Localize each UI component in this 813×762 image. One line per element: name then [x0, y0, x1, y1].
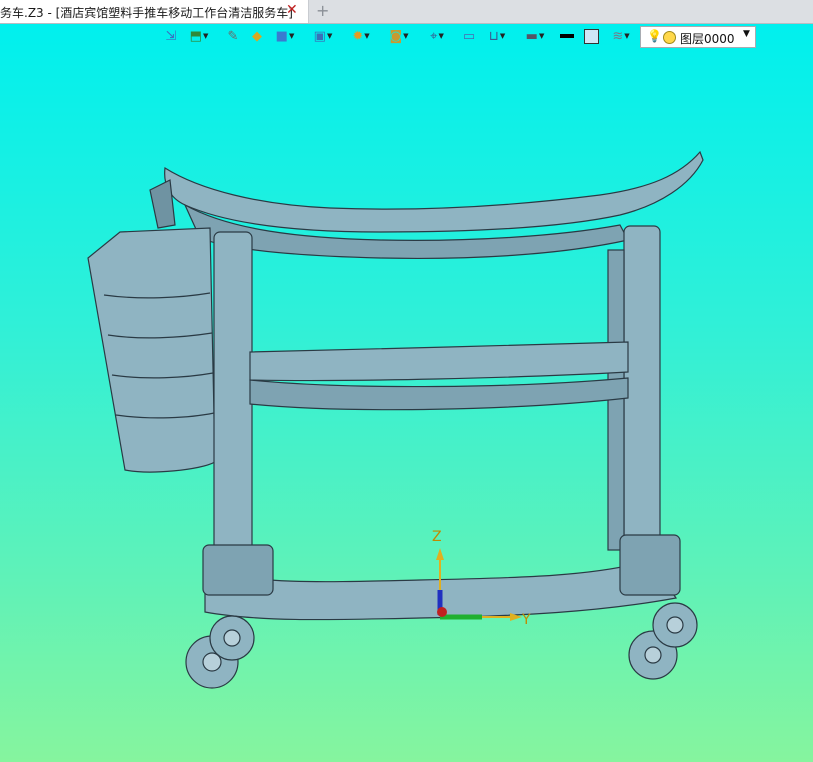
cart-model[interactable]: Z Y [0, 0, 813, 762]
y-axis-label: Y [521, 612, 531, 628]
left-base-block [202, 544, 274, 596]
top-handle-rail [164, 150, 704, 233]
middle-shelf [249, 341, 629, 382]
right-post [623, 225, 661, 543]
rear-right-hub [666, 616, 684, 634]
left-post [213, 231, 253, 573]
middle-shelf-lower [249, 377, 629, 411]
side-bucket [87, 227, 216, 473]
z-arrow [436, 548, 444, 560]
right-base-block [619, 534, 681, 596]
front-right-hub [644, 646, 662, 664]
z-axis-label: Z [432, 529, 442, 545]
origin-marker [437, 607, 447, 617]
rear-left-hub [223, 629, 241, 647]
bucket-hook [149, 179, 176, 229]
